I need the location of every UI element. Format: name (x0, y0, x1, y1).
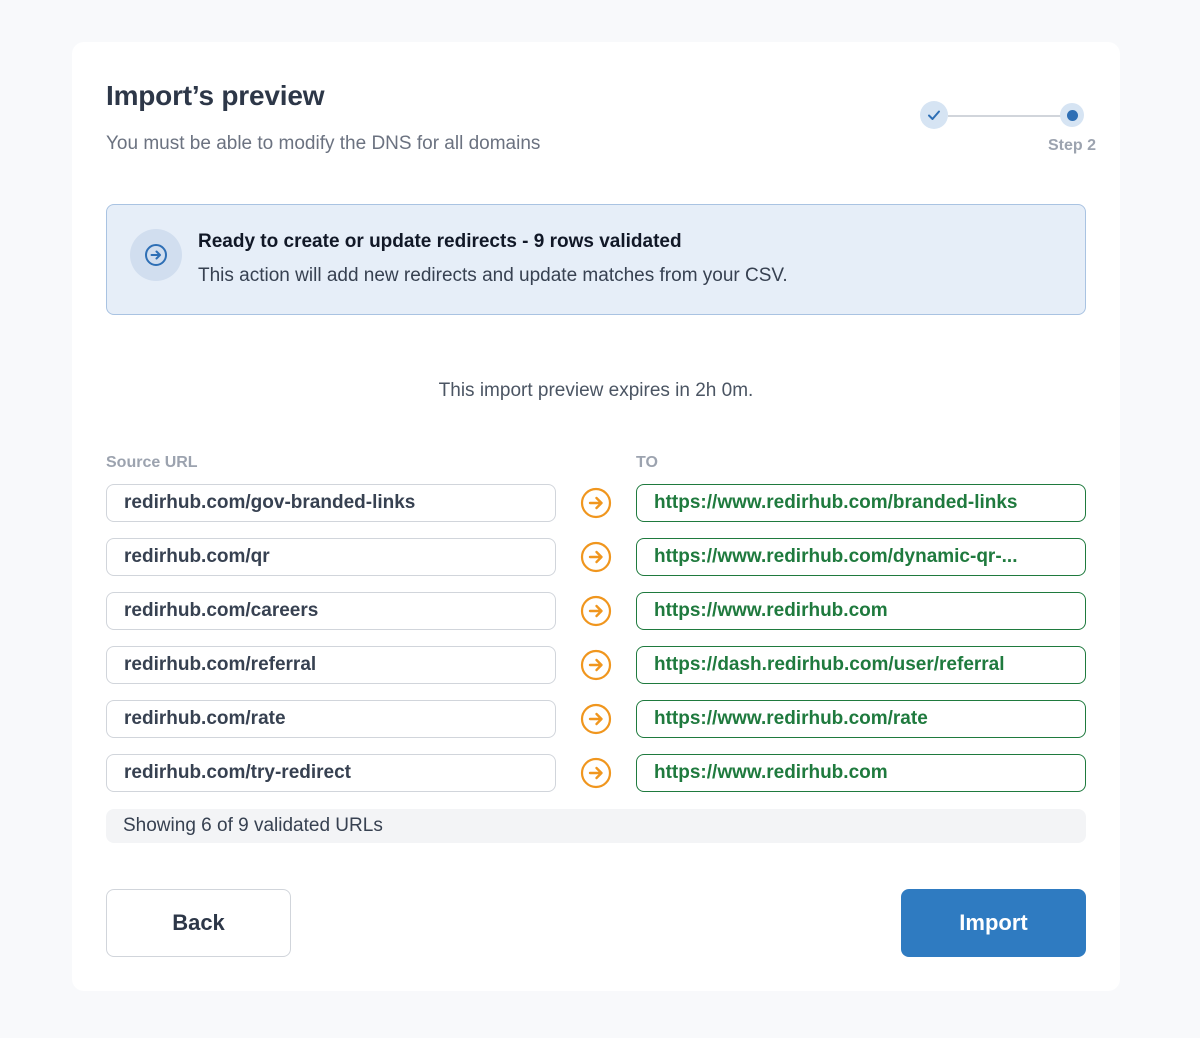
banner-icon-wrapper (130, 229, 182, 281)
column-header-to: TO (636, 454, 658, 471)
source-url-field: redirhub.com/gov-branded-links (106, 484, 556, 522)
destination-url-field: https://www.redirhub.com/rate (636, 700, 1086, 738)
arrow-right-circle-icon (580, 757, 612, 789)
import-button[interactable]: Import (901, 889, 1086, 957)
arrow-right-circle-icon (145, 244, 167, 266)
banner-description: This action will add new redirects and u… (198, 265, 788, 286)
page-title: Import’s preview (106, 80, 325, 111)
arrow-right-circle-icon (580, 541, 612, 573)
step-1-indicator (920, 101, 948, 129)
arrow-right-circle-icon (580, 649, 612, 681)
destination-url-text: https://www.redirhub.com (654, 762, 888, 783)
destination-url-text: https://www.redirhub.com/branded-links (654, 492, 1018, 513)
arrow-right-circle-icon (580, 595, 612, 627)
step-connector (948, 115, 1062, 117)
redirect-rows: redirhub.com/gov-branded-links https://w… (106, 484, 1086, 808)
table-row: redirhub.com/referral https://dash.redir… (106, 646, 1086, 700)
source-url-field: redirhub.com/careers (106, 592, 556, 630)
table-row: redirhub.com/qr https://www.redirhub.com… (106, 538, 1086, 592)
source-url-field: redirhub.com/rate (106, 700, 556, 738)
import-preview-card: Import’s preview You must be able to mod… (72, 42, 1120, 991)
destination-url-text: https://www.redirhub.com/dynamic-qr-... (654, 546, 1018, 567)
banner-title: Ready to create or update redirects - 9 … (198, 231, 682, 252)
info-banner: Ready to create or update redirects - 9 … (106, 204, 1086, 315)
current-step-dot (1066, 109, 1078, 121)
arrow-right-circle-icon (580, 703, 612, 735)
destination-url-text: https://www.redirhub.com (654, 600, 888, 621)
showing-count-bar: Showing 6 of 9 validated URLs (106, 809, 1086, 843)
step-label: Step 2 (1048, 137, 1097, 154)
table-row: redirhub.com/gov-branded-links https://w… (106, 484, 1086, 538)
back-button[interactable]: Back (106, 889, 291, 957)
page-subtitle: You must be able to modify the DNS for a… (106, 133, 541, 154)
expiry-notice: This import preview expires in 2h 0m. (438, 380, 754, 401)
destination-url-text: https://www.redirhub.com/rate (654, 708, 928, 729)
destination-url-text: https://dash.redirhub.com/user/referral (654, 654, 1005, 675)
check-icon (928, 110, 940, 120)
destination-url-field: https://www.redirhub.com/branded-links (636, 484, 1086, 522)
table-row: redirhub.com/careers https://www.redirhu… (106, 592, 1086, 646)
table-row: redirhub.com/rate https://www.redirhub.c… (106, 700, 1086, 754)
column-header-source: Source URL (106, 454, 198, 471)
destination-url-field: https://dash.redirhub.com/user/referral (636, 646, 1086, 684)
table-row: redirhub.com/try-redirect https://www.re… (106, 754, 1086, 808)
source-url-field: redirhub.com/referral (106, 646, 556, 684)
stepper: Step 2 (920, 101, 1120, 161)
arrow-right-circle-icon (580, 487, 612, 519)
destination-url-field: https://www.redirhub.com (636, 754, 1086, 792)
step-2-indicator (1060, 103, 1084, 127)
source-url-field: redirhub.com/try-redirect (106, 754, 556, 792)
source-url-field: redirhub.com/qr (106, 538, 556, 576)
destination-url-field: https://www.redirhub.com/dynamic-qr-... (636, 538, 1086, 576)
destination-url-field: https://www.redirhub.com (636, 592, 1086, 630)
